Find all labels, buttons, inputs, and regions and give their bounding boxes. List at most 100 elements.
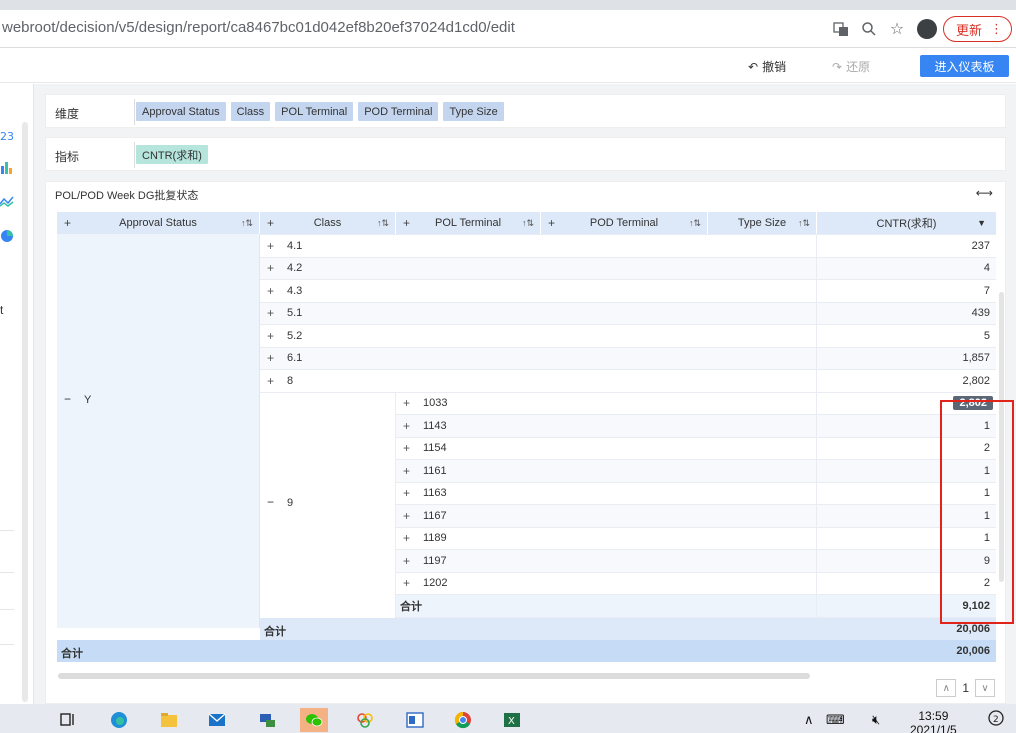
- number-chart-icon[interactable]: 23: [0, 128, 14, 142]
- redo-button[interactable]: ↷ 还原: [832, 58, 870, 75]
- cntr-value: 237: [971, 239, 990, 252]
- table-row[interactable]: + 5.1 439: [260, 302, 996, 325]
- notification-icon[interactable]: 2: [988, 710, 1004, 729]
- column-header[interactable]: + POD Terminal ↑⇅: [541, 212, 708, 234]
- chrome-icon[interactable]: [449, 708, 477, 732]
- column-header[interactable]: Type Size ↑⇅: [708, 212, 817, 234]
- class-name: 4.1: [287, 239, 303, 252]
- table-row[interactable]: + 1163 1: [396, 482, 996, 505]
- sort-icon[interactable]: ↑⇅: [522, 218, 534, 229]
- dimension-label: 维度: [55, 107, 80, 121]
- table-row[interactable]: + 1143 1: [396, 415, 996, 438]
- expand-icon[interactable]: +: [403, 576, 410, 590]
- update-label: 更新: [955, 22, 982, 38]
- sort-icon[interactable]: ↑⇅: [689, 218, 701, 229]
- dimension-chip[interactable]: POL Terminal: [275, 102, 354, 121]
- left-panel-scrollbar[interactable]: [22, 122, 28, 702]
- url-text[interactable]: webroot/decision/v5/design/report/ca8467…: [2, 19, 515, 36]
- dimension-chip[interactable]: Type Size: [443, 102, 504, 121]
- column-header-label: POD Terminal: [589, 217, 659, 229]
- task-view-icon[interactable]: [54, 708, 82, 732]
- undo-button[interactable]: ↶ 撤销: [748, 58, 786, 75]
- volume-muted-icon[interactable]: 🔇︎: [872, 712, 880, 728]
- column-header[interactable]: + Class ↑⇅: [260, 212, 396, 234]
- photos-app-icon[interactable]: [351, 708, 379, 732]
- expand-icon[interactable]: +: [403, 464, 410, 478]
- table-row[interactable]: + 4.2 4: [260, 257, 996, 280]
- file-explorer-icon[interactable]: [155, 708, 183, 732]
- enter-dashboard-button[interactable]: 进入仪表板: [920, 55, 1009, 77]
- network-app-icon[interactable]: [253, 708, 281, 732]
- sort-icon[interactable]: ↑⇅: [798, 218, 810, 229]
- table-row[interactable]: + 1197 9: [396, 550, 996, 573]
- redo-icon: ↷: [832, 59, 843, 74]
- approval-value: Y: [84, 394, 92, 406]
- dimension-chip[interactable]: Approval Status: [136, 102, 226, 121]
- grand-total-value: 20,006: [956, 645, 990, 657]
- expand-icon[interactable]: +: [403, 554, 410, 568]
- next-page-icon[interactable]: ∨: [975, 679, 995, 697]
- dimension-chip[interactable]: Class: [230, 102, 271, 121]
- collapse-icon[interactable]: −: [267, 495, 274, 509]
- tray-expand-icon[interactable]: ∧: [804, 712, 814, 728]
- column-header[interactable]: + Approval Status ↑⇅: [57, 212, 260, 234]
- input-method-icon[interactable]: ⌨: [826, 712, 845, 728]
- wechat-icon[interactable]: [300, 708, 328, 732]
- pol-terminal-name: 1163: [423, 487, 447, 500]
- expand-icon[interactable]: +: [267, 351, 274, 365]
- table-row[interactable]: + 1202 2: [396, 572, 996, 595]
- pol-terminal-name: 1197: [423, 554, 447, 567]
- sort-icon[interactable]: ↑⇅: [377, 218, 389, 229]
- clock[interactable]: 13:59 2021/1/5: [910, 709, 957, 733]
- expand-icon[interactable]: +: [403, 486, 410, 500]
- expand-icon[interactable]: +: [403, 419, 410, 433]
- left-panel-divider: [0, 644, 14, 645]
- table-row[interactable]: + 8 2,802: [260, 370, 996, 393]
- expand-width-icon[interactable]: ⟷: [976, 186, 993, 200]
- table-row[interactable]: + 1167 1: [396, 505, 996, 528]
- column-header-label: POL Terminal: [434, 217, 502, 229]
- document-app-icon[interactable]: [401, 708, 429, 732]
- zoom-icon[interactable]: [855, 15, 883, 43]
- expand-icon[interactable]: +: [403, 396, 410, 410]
- column-header[interactable]: + POL Terminal ↑⇅: [396, 212, 541, 234]
- bar-chart-icon[interactable]: [0, 160, 14, 174]
- table-row[interactable]: + 1189 1: [396, 527, 996, 550]
- sort-icon[interactable]: ↑⇅: [241, 218, 253, 229]
- expand-icon[interactable]: +: [267, 284, 274, 298]
- table-row[interactable]: + 4.3 7: [260, 280, 996, 303]
- update-button[interactable]: 更新 ⋮: [942, 16, 1012, 42]
- expand-icon[interactable]: +: [267, 261, 274, 275]
- collapse-icon[interactable]: −: [64, 392, 71, 406]
- expand-icon[interactable]: +: [267, 374, 274, 388]
- table-row[interactable]: + 1154 2: [396, 437, 996, 460]
- expand-icon[interactable]: +: [403, 509, 410, 523]
- edge-browser-icon[interactable]: [105, 708, 133, 732]
- bookmark-star-icon[interactable]: ☆: [883, 15, 911, 43]
- pie-chart-icon[interactable]: [0, 229, 14, 243]
- dimension-chip[interactable]: POD Terminal: [358, 102, 439, 121]
- table-row[interactable]: + 6.1 1,857: [260, 347, 996, 370]
- prev-page-icon[interactable]: ∧: [936, 679, 957, 697]
- class-name: 5.1: [287, 307, 303, 320]
- metric-chip[interactable]: CNTR(求和): [136, 145, 208, 164]
- column-header[interactable]: CNTR(求和) ▼: [817, 212, 996, 234]
- table-row[interactable]: + 1033 2,802: [396, 392, 996, 415]
- expand-icon[interactable]: +: [267, 306, 274, 320]
- address-bar[interactable]: webroot/decision/v5/design/report/ca8467…: [0, 10, 1016, 48]
- expand-icon[interactable]: +: [267, 239, 274, 253]
- translate-icon[interactable]: [827, 15, 855, 43]
- excel-icon[interactable]: X: [498, 708, 526, 732]
- table-row[interactable]: + 1161 1: [396, 460, 996, 483]
- table-row[interactable]: + 5.2 5: [260, 325, 996, 348]
- table-row[interactable]: + 4.1 237: [260, 235, 996, 258]
- dropdown-caret-icon[interactable]: ▼: [977, 218, 986, 228]
- expand-icon[interactable]: +: [267, 329, 274, 343]
- mail-icon[interactable]: [203, 708, 231, 732]
- expand-icon[interactable]: +: [403, 531, 410, 545]
- profile-avatar-icon[interactable]: [916, 19, 937, 39]
- table-horizontal-scrollbar[interactable]: [58, 673, 810, 679]
- left-panel-divider: [0, 572, 14, 573]
- line-chart-icon[interactable]: [0, 194, 14, 208]
- expand-icon[interactable]: +: [403, 441, 410, 455]
